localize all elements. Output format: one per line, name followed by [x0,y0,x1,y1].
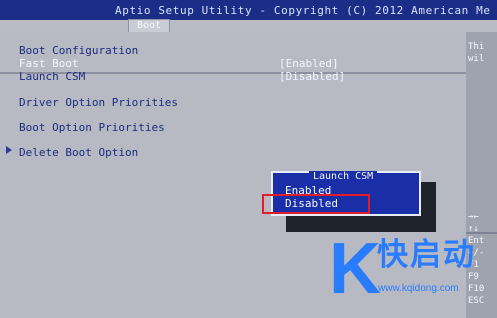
help-line: wil [468,54,485,64]
watermark-logo: K [329,229,381,309]
boot-option-priorities[interactable]: Boot Option Priorities [19,121,165,134]
fast-boot-label[interactable]: Fast Boot [19,57,79,70]
help-line: →← [468,212,479,222]
help-line: Thi [468,42,485,52]
submenu-arrow-icon [6,146,12,154]
selection-highlight-box [262,194,370,214]
help-panel: Thi wil →← ↑↓ Ent +/- F1 F9 F10 ESC [466,32,497,318]
watermark-brand: 快启动 [377,237,476,273]
driver-option-priorities[interactable]: Driver Option Priorities [19,96,178,109]
delete-boot-option[interactable]: Delete Boot Option [19,146,138,159]
popup-title: Launch CSM [309,171,378,183]
help-line: ESC [468,296,485,306]
title-bar: Aptio Setup Utility - Copyright (C) 2012… [0,0,497,20]
launch-csm-value[interactable]: [Disabled] [279,70,345,83]
fast-boot-value[interactable]: [Enabled] [279,57,339,70]
launch-csm-label[interactable]: Launch CSM [19,70,85,83]
help-line: F10 [468,284,485,294]
tab-boot[interactable]: Boot [128,19,170,33]
help-line: F9 [468,272,479,282]
watermark-url: www.kqidong.com [378,283,459,294]
help-line: ↑↓ [468,224,479,234]
app-title: Aptio Setup Utility - Copyright (C) 2012… [115,4,491,17]
section-title: Boot Configuration [19,44,139,57]
